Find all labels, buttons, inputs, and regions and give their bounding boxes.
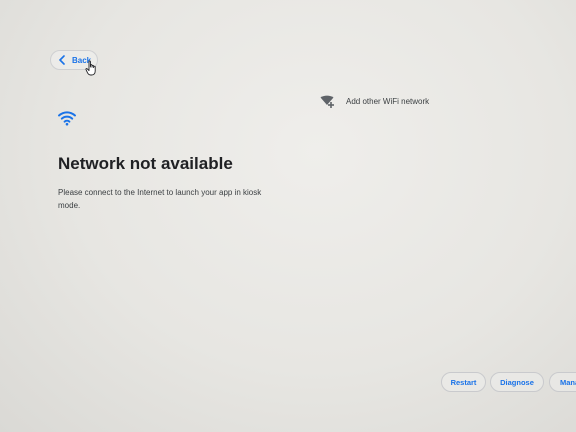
- wifi-add-icon: [320, 95, 335, 108]
- diagnose-button-label: Diagnose: [500, 377, 534, 387]
- restart-button[interactable]: Restart: [441, 372, 486, 392]
- page-title: Network not available: [58, 154, 233, 173]
- manage-button-label: Mana: [560, 377, 576, 387]
- hand-pointer-cursor-icon: [85, 60, 97, 76]
- restart-button-label: Restart: [450, 377, 477, 387]
- wifi-icon: [57, 110, 77, 126]
- chevron-left-icon: [58, 55, 66, 65]
- manage-button[interactable]: Mana: [549, 372, 576, 392]
- kiosk-network-error-screen: Back Network not available Please connec…: [0, 0, 576, 432]
- diagnose-button[interactable]: Diagnose: [490, 372, 544, 392]
- page-description: Please connect to the Internet to launch…: [58, 188, 262, 210]
- add-wifi-network-label: Add other WiFi network: [346, 97, 430, 106]
- add-wifi-network-button[interactable]: Add other WiFi network: [320, 95, 429, 108]
